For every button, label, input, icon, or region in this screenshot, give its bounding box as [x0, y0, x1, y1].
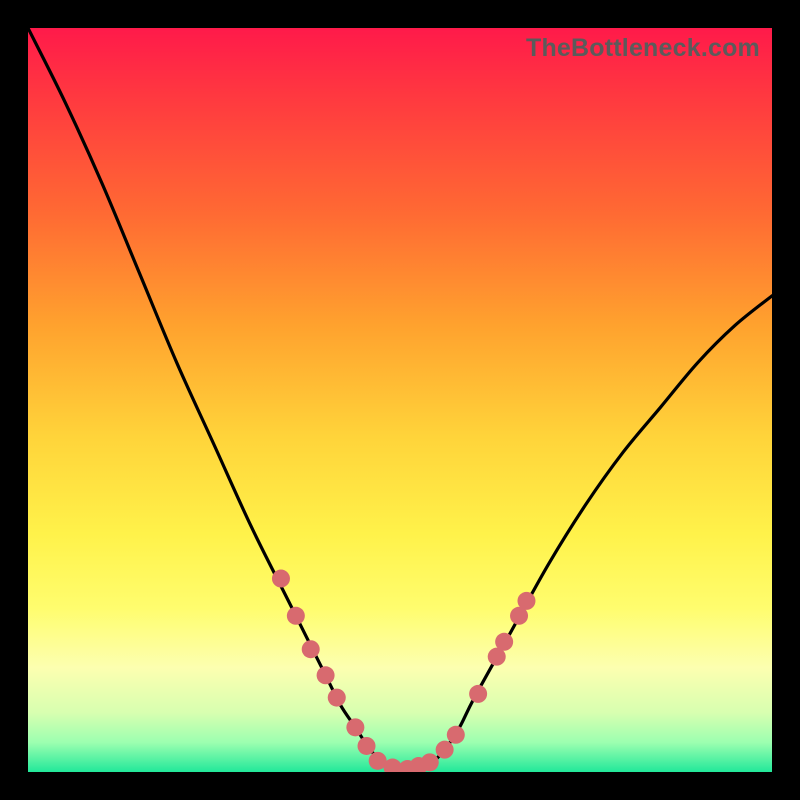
- curve-dot: [358, 737, 376, 755]
- curve-dot: [447, 726, 465, 744]
- curve-dot: [495, 633, 513, 651]
- marker-layer: [272, 570, 536, 772]
- curve-layer: [28, 28, 772, 770]
- curve-dot: [517, 592, 535, 610]
- watermark-text: TheBottleneck.com: [526, 34, 760, 63]
- plot-area: [28, 28, 772, 772]
- curve-dot: [469, 685, 487, 703]
- bottleneck-curve-path: [28, 28, 772, 770]
- curve-dot: [272, 570, 290, 588]
- curve-dot: [302, 640, 320, 658]
- chart-svg: [28, 28, 772, 772]
- chart-frame: TheBottleneck.com: [28, 28, 772, 772]
- curve-dot: [346, 718, 364, 736]
- curve-dot: [421, 753, 439, 771]
- curve-dot: [328, 689, 346, 707]
- curve-dot: [287, 607, 305, 625]
- curve-dot: [317, 666, 335, 684]
- curve-dot: [436, 741, 454, 759]
